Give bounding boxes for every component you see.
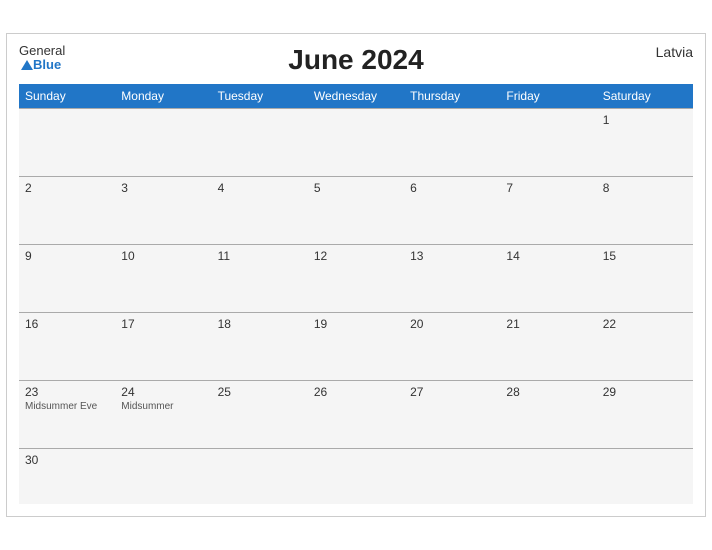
day-number: 24 bbox=[121, 385, 205, 399]
calendar-day-cell: 29 bbox=[597, 381, 693, 449]
calendar-day-cell bbox=[597, 449, 693, 504]
calendar-day-cell bbox=[308, 109, 404, 177]
day-number: 26 bbox=[314, 385, 398, 399]
day-number: 5 bbox=[314, 181, 398, 195]
calendar-day-cell bbox=[19, 109, 115, 177]
calendar-body: 1234567891011121314151617181920212223Mid… bbox=[19, 109, 693, 504]
calendar-day-cell: 8 bbox=[597, 177, 693, 245]
day-number: 29 bbox=[603, 385, 687, 399]
calendar-week-row: 2345678 bbox=[19, 177, 693, 245]
calendar-day-cell: 11 bbox=[212, 245, 308, 313]
calendar-week-row: 30 bbox=[19, 449, 693, 504]
day-number: 23 bbox=[25, 385, 109, 399]
day-number: 15 bbox=[603, 249, 687, 263]
calendar-week-row: 9 10 11 12 13 14 15 bbox=[19, 245, 693, 313]
calendar-day-cell: 19 bbox=[308, 313, 404, 381]
logo-general-text: General bbox=[19, 44, 65, 57]
day-number: 30 bbox=[25, 453, 109, 467]
logo-blue-row: Blue bbox=[19, 57, 65, 73]
calendar-day-cell: 26 bbox=[308, 381, 404, 449]
calendar-day-cell: 5 bbox=[308, 177, 404, 245]
calendar-table: Sunday Monday Tuesday Wednesday Thursday… bbox=[19, 84, 693, 504]
country-label: Latvia bbox=[656, 44, 693, 60]
calendar-day-cell: 27 bbox=[404, 381, 500, 449]
calendar-day-cell: 21 bbox=[500, 313, 596, 381]
calendar-day-cell bbox=[500, 109, 596, 177]
calendar-day-cell bbox=[308, 449, 404, 504]
calendar-day-cell: 3 bbox=[115, 177, 211, 245]
day-number: 16 bbox=[25, 317, 109, 331]
day-number: 13 bbox=[410, 249, 494, 263]
day-number: 19 bbox=[314, 317, 398, 331]
calendar-day-cell: 22 bbox=[597, 313, 693, 381]
header-sunday: Sunday bbox=[19, 84, 115, 109]
day-number: 3 bbox=[121, 181, 205, 195]
calendar-day-cell bbox=[404, 449, 500, 504]
header-wednesday: Wednesday bbox=[308, 84, 404, 109]
day-number: 10 bbox=[121, 249, 205, 263]
calendar-day-cell: 15 bbox=[597, 245, 693, 313]
day-number: 28 bbox=[506, 385, 590, 399]
day-number: 17 bbox=[121, 317, 205, 331]
weekday-header-row: Sunday Monday Tuesday Wednesday Thursday… bbox=[19, 84, 693, 109]
day-number: 21 bbox=[506, 317, 590, 331]
logo-triangle-icon bbox=[21, 60, 33, 70]
day-event: Midsummer Eve bbox=[25, 401, 109, 412]
logo: General Blue bbox=[19, 44, 65, 73]
calendar-day-cell: 30 bbox=[19, 449, 115, 504]
calendar-day-cell bbox=[115, 109, 211, 177]
calendar-day-cell bbox=[212, 109, 308, 177]
calendar-week-row: 1 bbox=[19, 109, 693, 177]
calendar-day-cell: 9 bbox=[19, 245, 115, 313]
calendar-day-cell bbox=[212, 449, 308, 504]
header-monday: Monday bbox=[115, 84, 211, 109]
calendar-day-cell: 1 bbox=[597, 109, 693, 177]
calendar-day-cell: 24 Midsummer bbox=[115, 381, 211, 449]
calendar-day-cell: 20 bbox=[404, 313, 500, 381]
calendar-day-cell: 18 bbox=[212, 313, 308, 381]
day-number: 9 bbox=[25, 249, 109, 263]
day-number: 8 bbox=[603, 181, 687, 195]
calendar-day-cell bbox=[115, 449, 211, 504]
calendar-day-cell: 12 bbox=[308, 245, 404, 313]
calendar-day-cell: 25 bbox=[212, 381, 308, 449]
calendar-day-cell: 7 bbox=[500, 177, 596, 245]
calendar-day-cell: 14 bbox=[500, 245, 596, 313]
day-number: 7 bbox=[506, 181, 590, 195]
calendar-week-row: 16 17 18 19 20 21 22 bbox=[19, 313, 693, 381]
day-number: 12 bbox=[314, 249, 398, 263]
header-friday: Friday bbox=[500, 84, 596, 109]
header-thursday: Thursday bbox=[404, 84, 500, 109]
day-number: 18 bbox=[218, 317, 302, 331]
calendar-day-cell: 2 bbox=[19, 177, 115, 245]
calendar-day-cell: 13 bbox=[404, 245, 500, 313]
calendar-title: June 2024 bbox=[288, 44, 423, 76]
day-number: 1 bbox=[603, 113, 687, 127]
calendar-day-cell: 17 bbox=[115, 313, 211, 381]
day-number: 25 bbox=[218, 385, 302, 399]
calendar-header: General Blue June 2024 Latvia bbox=[19, 44, 693, 76]
day-number: 22 bbox=[603, 317, 687, 331]
calendar-day-cell: 10 bbox=[115, 245, 211, 313]
calendar-day-cell bbox=[404, 109, 500, 177]
calendar-week-row: 23 Midsummer Eve 24 Midsummer 25 26 27 28 29 bbox=[19, 381, 693, 449]
day-number: 27 bbox=[410, 385, 494, 399]
header-saturday: Saturday bbox=[597, 84, 693, 109]
day-number: 6 bbox=[410, 181, 494, 195]
calendar-day-cell: 4 bbox=[212, 177, 308, 245]
calendar-day-cell: 28 bbox=[500, 381, 596, 449]
calendar-day-cell: 23 Midsummer Eve bbox=[19, 381, 115, 449]
day-number: 14 bbox=[506, 249, 590, 263]
logo-blue-text: Blue bbox=[33, 57, 61, 72]
calendar-day-cell: 16 bbox=[19, 313, 115, 381]
day-number: 4 bbox=[218, 181, 302, 195]
day-event: Midsummer bbox=[121, 401, 205, 412]
day-number: 20 bbox=[410, 317, 494, 331]
calendar-day-cell bbox=[500, 449, 596, 504]
header-tuesday: Tuesday bbox=[212, 84, 308, 109]
calendar-day-cell: 6 bbox=[404, 177, 500, 245]
day-number: 11 bbox=[218, 249, 302, 263]
calendar-container: General Blue June 2024 Latvia Sunday Mon… bbox=[6, 33, 706, 517]
day-number: 2 bbox=[25, 181, 109, 195]
